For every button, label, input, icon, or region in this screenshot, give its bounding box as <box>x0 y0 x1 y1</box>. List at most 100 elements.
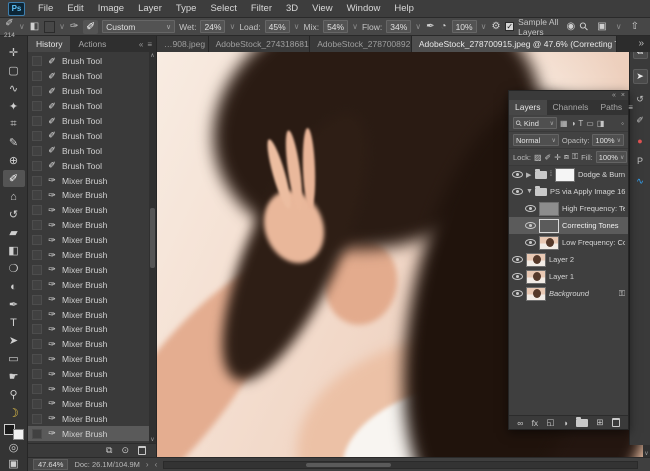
pressure-size-icon[interactable]: ◉ <box>566 19 577 35</box>
history-state-row[interactable]: ✑ Mixer Brush <box>28 203 156 218</box>
dock-arrow-icon[interactable]: ➤ <box>633 69 648 84</box>
scrollbar-thumb[interactable] <box>150 208 155 268</box>
status-arrow-icon[interactable]: › <box>146 460 149 469</box>
history-state-row[interactable]: ✑ Mixer Brush <box>28 218 156 233</box>
search-icon[interactable]: ⚲ <box>577 19 592 34</box>
tool-button[interactable]: ✒ <box>3 296 25 313</box>
mixer-preset-select[interactable]: Custom ∨ <box>102 20 175 33</box>
filter-toggle-icon[interactable]: ◦ <box>621 119 624 128</box>
layer-thumbnail[interactable] <box>539 219 559 233</box>
history-state-row[interactable]: ✑ Mixer Brush <box>28 411 156 426</box>
menu-item[interactable]: Select <box>203 0 243 18</box>
tool-button[interactable]: ▢ <box>3 62 25 79</box>
visibility-eye-icon[interactable] <box>512 256 523 263</box>
clean-brush-icon[interactable]: ✑ <box>69 19 79 35</box>
history-source-well[interactable] <box>32 161 42 171</box>
history-source-well[interactable] <box>32 71 42 81</box>
brush-settings-toggle-icon[interactable]: ◧ <box>29 19 40 35</box>
tool-button[interactable]: T <box>3 314 25 331</box>
history-source-well[interactable] <box>32 176 42 186</box>
layer-name[interactable]: PS via Apply Image 16-bit <box>550 187 625 196</box>
opacity-field[interactable]: 100% ∨ <box>592 134 624 146</box>
lock-all-icon[interactable]: ⚿ <box>572 152 578 162</box>
layer-thumbnail[interactable] <box>539 236 559 250</box>
history-state-row[interactable]: ✑ Mixer Brush <box>28 188 156 203</box>
history-state-row[interactable]: ✐ Brush Tool <box>28 143 156 158</box>
curves-panel-icon[interactable]: ∿ <box>636 176 644 187</box>
menu-item[interactable]: Edit <box>60 0 90 18</box>
tab-overflow-icon[interactable]: » <box>632 36 650 52</box>
layer-style-fx-icon[interactable]: fx <box>532 418 539 428</box>
background-color-swatch[interactable] <box>13 429 24 440</box>
panel-tab[interactable]: Layers <box>509 100 547 115</box>
history-state-row[interactable]: ✐ Brush Tool <box>28 99 156 114</box>
menu-item[interactable]: Layer <box>131 0 169 18</box>
caret-down-icon[interactable]: ∨ <box>59 22 65 31</box>
history-state-row[interactable]: ✐ Brush Tool <box>28 158 156 173</box>
history-source-well[interactable] <box>32 310 42 320</box>
history-source-well[interactable] <box>32 56 42 66</box>
visibility-eye-icon[interactable] <box>525 239 536 246</box>
wet-field[interactable]: 24% <box>200 20 225 33</box>
history-source-well[interactable] <box>32 220 42 230</box>
layer-thumbnail[interactable] <box>526 253 546 267</box>
caret-down-icon[interactable]: ∨ <box>415 22 421 31</box>
tool-button[interactable]: ◐ <box>3 278 25 295</box>
tool-button[interactable]: ▰ <box>3 224 25 241</box>
tool-button[interactable]: ⌗ <box>3 116 25 133</box>
tool-button[interactable]: ✦ <box>3 98 25 115</box>
history-source-well[interactable] <box>32 384 42 394</box>
scroll-down-icon[interactable]: ∨ <box>149 436 156 443</box>
history-state-row[interactable]: ✑ Mixer Brush <box>28 307 156 322</box>
flow-field[interactable]: 34% <box>386 20 411 33</box>
history-source-well[interactable] <box>32 205 42 215</box>
tool-button[interactable]: ☛ <box>3 368 25 385</box>
history-state-row[interactable]: ✑ Mixer Brush <box>28 322 156 337</box>
history-source-well[interactable] <box>32 280 42 290</box>
chevron-right-icon[interactable]: ▶ <box>526 171 532 179</box>
tool-button[interactable]: ↺ <box>3 206 25 223</box>
history-source-well[interactable] <box>32 369 42 379</box>
layer-thumbnail[interactable] <box>539 202 559 216</box>
history-state-row[interactable]: ✑ Mixer Brush <box>28 277 156 292</box>
document-tab[interactable]: AdobeStock_278700915.jpeg @ 47.6% (Corre… <box>412 36 617 52</box>
panel-menu-icon[interactable]: ≡ <box>147 40 152 49</box>
layer-row[interactable]: ▶ ▼ ⁞ Background ⚿ <box>509 285 628 302</box>
history-source-well[interactable] <box>32 190 42 200</box>
history-state-row[interactable]: ✐ Brush Tool <box>28 128 156 143</box>
tool-button[interactable]: ⚲ <box>3 386 25 403</box>
tool-button[interactable]: ✐ <box>3 170 25 187</box>
history-source-well[interactable] <box>32 131 42 141</box>
tool-button[interactable]: ❍ <box>3 260 25 277</box>
document-tab[interactable]: AdobeStock_274318681.jpeg × <box>209 36 311 52</box>
history-state-row[interactable]: ✑ Mixer Brush <box>28 337 156 352</box>
chevron-down-icon[interactable]: ▼ <box>526 188 532 195</box>
share-icon[interactable]: ⇧ <box>630 19 640 35</box>
properties-panel-icon[interactable]: P <box>637 156 643 166</box>
tool-button[interactable]: ∿ <box>3 80 25 97</box>
history-source-well[interactable] <box>32 429 42 439</box>
workspace-icon[interactable]: ▣ <box>596 19 607 35</box>
history-source-well[interactable] <box>32 116 42 126</box>
collapse-panel-icon[interactable]: « <box>612 91 616 100</box>
history-scrollbar[interactable]: ∧ ∨ <box>149 52 156 443</box>
smoothing-field[interactable]: 10% <box>452 20 477 33</box>
history-source-well[interactable] <box>32 354 42 364</box>
layer-row[interactable]: ▶ ▼ ⁞ Correcting Tones ⚿ <box>509 217 628 234</box>
tool-button[interactable]: ⌂ <box>3 188 25 205</box>
visibility-eye-icon[interactable] <box>512 188 523 195</box>
layer-thumbnail[interactable] <box>555 168 575 182</box>
history-state-row[interactable]: ✐ Brush Tool <box>28 69 156 84</box>
collapse-panel-icon[interactable]: « <box>139 40 143 49</box>
tool-button[interactable]: ▭ <box>3 350 25 367</box>
history-state-row[interactable]: ✑ Mixer Brush <box>28 426 156 441</box>
layer-name[interactable]: High Frequency: Texture <box>562 204 625 213</box>
tool-button[interactable]: ➤ <box>3 332 25 349</box>
load-brush-icon[interactable]: ✐ <box>83 20 98 34</box>
document-tab[interactable]: AdobeStock_278700892.jpeg × <box>310 36 412 52</box>
brush-load-swatch[interactable] <box>44 21 55 33</box>
visibility-eye-icon[interactable] <box>512 273 523 280</box>
tab-actions[interactable]: Actions <box>70 36 114 52</box>
visibility-eye-icon[interactable] <box>525 222 536 229</box>
lock-position-icon[interactable]: ✛ <box>554 153 561 162</box>
